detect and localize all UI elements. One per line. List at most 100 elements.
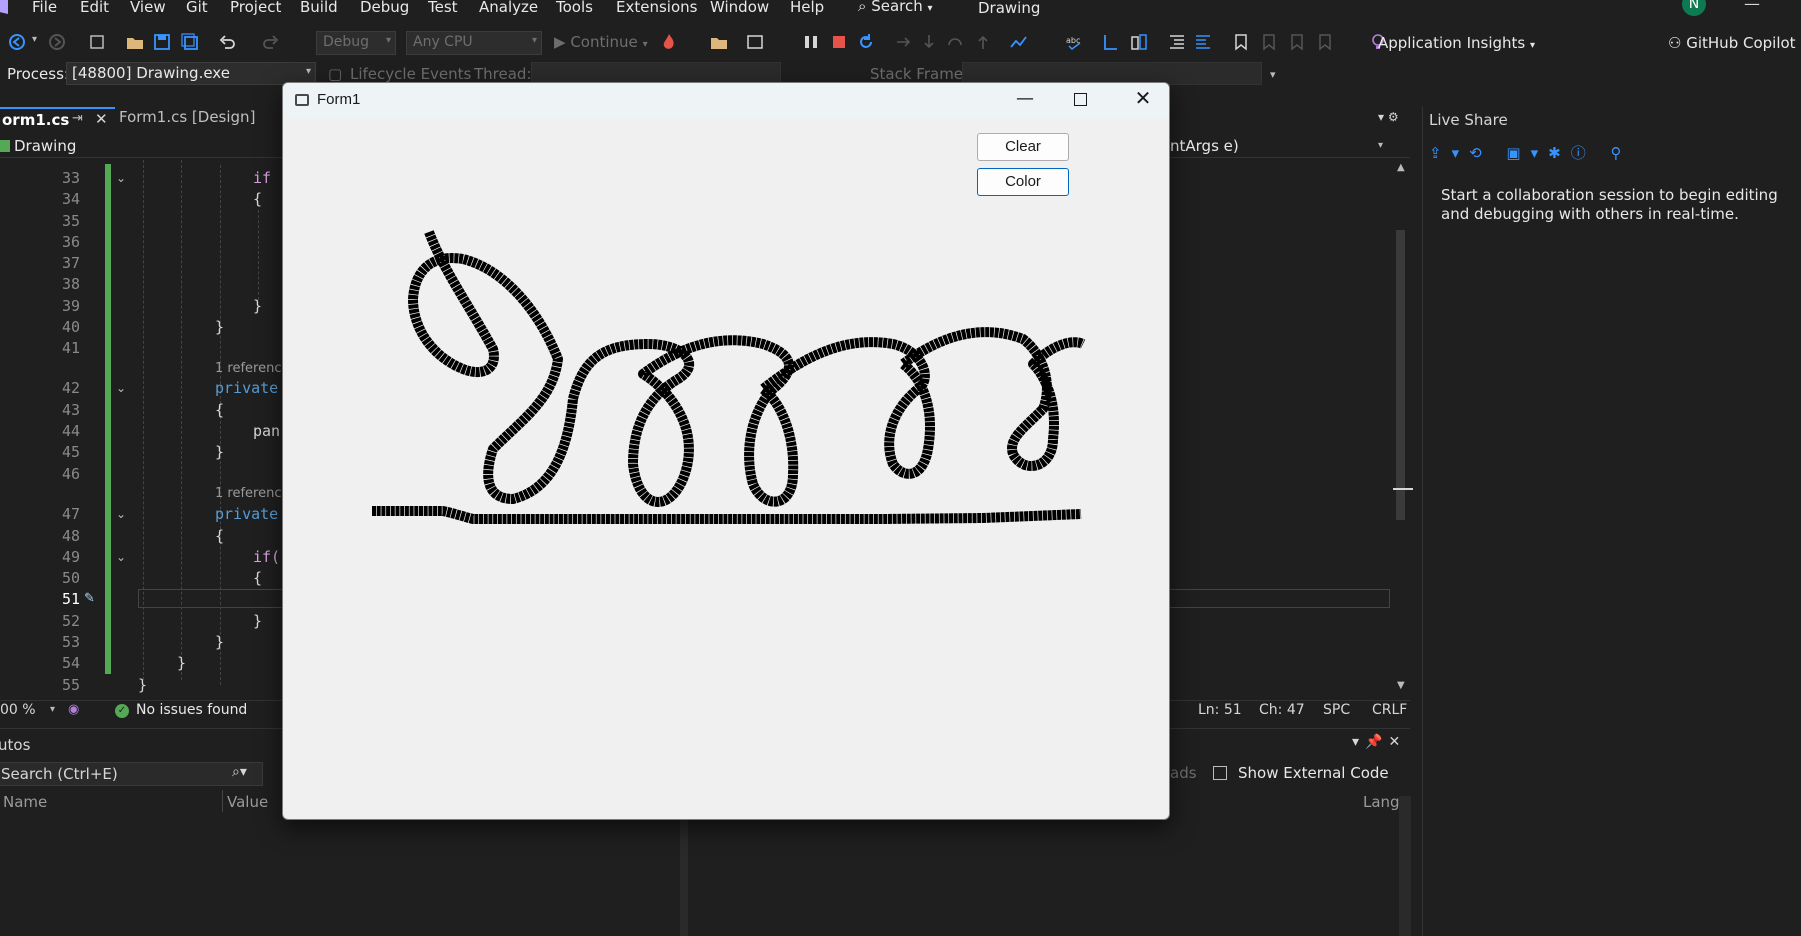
zoom-level-dropdown[interactable]: 00 % [0,702,36,718]
menu-debug[interactable]: Debug [360,0,409,16]
menu-build[interactable]: Build [300,0,338,16]
restart-icon[interactable] [857,33,875,51]
column-header-language[interactable]: Lang [1363,793,1400,811]
close-icon[interactable]: ✕ [95,110,108,128]
next-bookmark-icon[interactable] [1288,33,1306,51]
menu-git[interactable]: Git [186,0,208,16]
indent-icon[interactable] [1168,33,1186,51]
solution-platform-dropdown[interactable]: Any CPU ▾ [406,31,542,55]
bookmark-icon[interactable] [1232,33,1250,51]
call-stack-scrollbar[interactable] [1399,796,1411,936]
lifecycle-events-icon[interactable]: ▢ [328,65,342,83]
outdent-icon[interactable] [1194,33,1212,51]
live-share-toolbar[interactable]: ⇪▾⟲ ▣▾✱ⓘ ⚲ [1429,142,1631,163]
line-ending-indicator[interactable]: CRLF [1372,702,1407,718]
autos-scrollbar[interactable] [680,810,688,936]
open-file-icon[interactable] [710,33,728,51]
menu-test[interactable]: Test [428,0,458,16]
menu-help[interactable]: Help [790,0,824,16]
search-box[interactable]: ⌕ Search ▾ [858,0,933,15]
minimize-window-icon[interactable]: — [1744,0,1760,13]
project-dropdown[interactable]: Drawing [14,137,76,155]
redo-icon[interactable] [262,33,280,51]
menu-tools[interactable]: Tools [556,0,593,16]
process-dropdown[interactable]: [48800] Drawing.exe ▾ [66,62,316,85]
previous-bookmark-icon[interactable] [1260,33,1278,51]
lifecycle-events-dropdown[interactable]: Lifecycle Events [350,65,471,83]
line-number: 48 [61,527,80,545]
search-icon[interactable]: ⌕▾ [232,764,247,780]
diagnostics-icon[interactable] [1010,33,1028,51]
collapse-region-icon[interactable]: ⌄ [116,171,126,185]
panel-controls[interactable]: ▾📌✕ [1352,734,1406,750]
column-divider[interactable] [222,790,223,812]
forward-icon[interactable] [48,33,66,51]
column-indicator[interactable]: Ch: 47 [1259,702,1305,718]
scrollbar-thumb[interactable] [1396,230,1405,520]
code-lens-references[interactable]: 1 reference [215,361,289,376]
spell-check-icon[interactable]: abc [1066,33,1084,51]
step-out-icon[interactable] [974,33,992,51]
step-into-icon[interactable] [920,33,938,51]
solution-configuration-dropdown[interactable]: Debug ▾ [316,31,396,55]
application-insights-dropdown[interactable]: Application Insights ▾ [1378,34,1535,52]
tab-list-dropdown-icon[interactable]: ▾ ⚙ [1378,110,1399,124]
code-cleanup-icon[interactable]: ◉ [68,702,79,717]
menu-view[interactable]: View [130,0,166,16]
form1-title-bar[interactable]: Form1 — ✕ [283,83,1169,119]
show-next-statement-icon[interactable] [895,33,913,51]
undo-icon[interactable] [218,33,236,51]
collapse-region-icon[interactable]: ⌄ [116,550,126,564]
diagnostic-tools-icon[interactable] [746,33,764,51]
menu-analyze[interactable]: Analyze [479,0,538,16]
continue-button[interactable]: ▶ Continue ▾ [554,33,648,51]
new-item-icon[interactable] [88,33,106,51]
clear-bookmarks-icon[interactable] [1316,33,1334,51]
save-icon[interactable] [153,33,171,51]
pin-icon[interactable]: ⇥ [72,111,83,126]
step-over-icon[interactable] [946,33,964,51]
whitespace-indicator[interactable]: SPC [1323,702,1350,718]
menu-project[interactable]: Project [230,0,281,16]
display-layout-adorners-icon[interactable] [1130,33,1148,51]
tab-form1-design[interactable]: Form1.cs [Design] [119,108,255,126]
collapse-region-icon[interactable]: ⌄ [116,507,126,521]
issues-status[interactable]: No issues found [136,702,247,718]
indent-guide [258,210,259,300]
pause-icon[interactable] [802,33,820,51]
scroll-up-icon[interactable]: ▲ [1397,162,1405,173]
menu-window[interactable]: Window [710,0,769,16]
close-icon[interactable]: ✕ [1131,86,1155,110]
scroll-down-icon[interactable]: ▼ [1397,680,1405,691]
drawing-canvas[interactable] [283,119,1170,819]
save-all-icon[interactable] [181,33,199,51]
visual-studio-logo-icon[interactable] [0,0,8,14]
select-element-icon[interactable] [1102,33,1120,51]
open-folder-icon[interactable] [126,33,144,51]
github-copilot-button[interactable]: ⚇ GitHub Copilot [1668,34,1796,52]
member-dropdown[interactable]: ntArgs e) [1170,137,1239,155]
menu-extensions[interactable]: Extensions [616,0,697,16]
autos-search-input[interactable]: Search (Ctrl+E) [0,762,263,786]
stop-icon[interactable] [830,33,848,51]
toolbar-overflow-icon[interactable]: ▾ [1270,68,1276,81]
color-button[interactable]: Color [977,168,1069,196]
code-lens-references[interactable]: 1 reference [215,486,289,501]
drawing-panel[interactable] [283,119,1169,819]
chevron-down-icon[interactable]: ▾ [1378,140,1383,151]
collapse-region-icon[interactable]: ⌄ [116,381,126,395]
tab-form1-cs[interactable]: orm1.cs ⇥ ✕ [0,107,115,131]
chevron-down-icon[interactable]: ▾ [50,704,55,715]
show-external-code-button[interactable]: Show External Code [1238,764,1389,782]
hot-reload-icon[interactable] [660,33,678,51]
minimize-icon[interactable]: — [1015,88,1035,109]
column-header-value[interactable]: Value [227,793,268,811]
back-icon[interactable] [8,33,26,51]
column-header-name[interactable]: Name [3,793,47,811]
menu-edit[interactable]: Edit [80,0,109,16]
maximize-icon[interactable] [1074,93,1087,106]
line-indicator[interactable]: Ln: 51 [1198,702,1242,718]
clear-button[interactable]: Clear [977,133,1069,161]
menu-file[interactable]: File [32,0,57,16]
chevron-down-icon[interactable]: ▾ [32,34,37,45]
